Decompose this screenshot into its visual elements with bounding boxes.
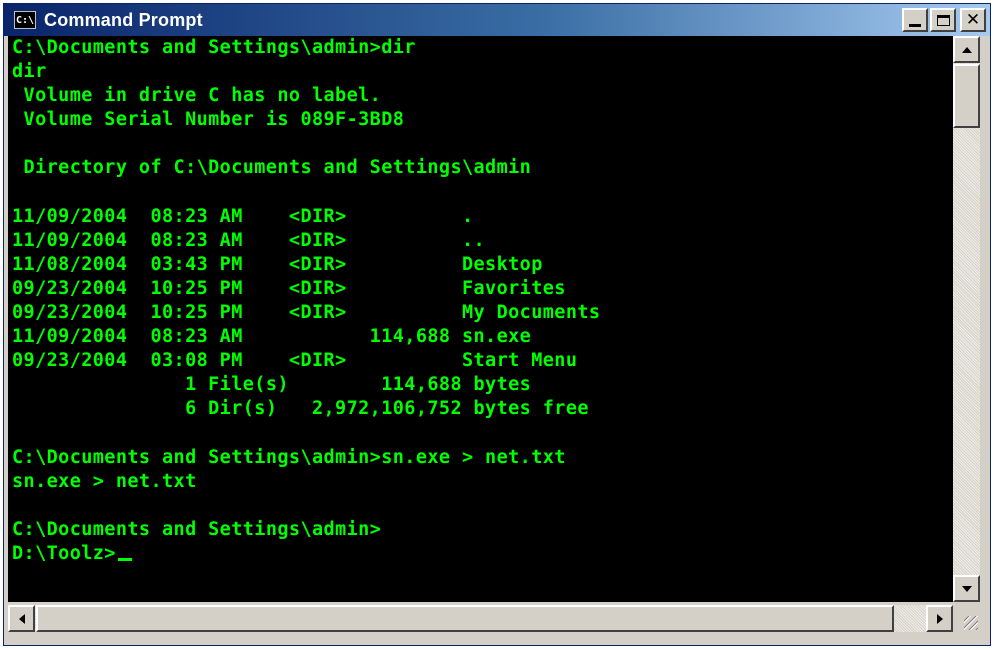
window-title: Command Prompt	[44, 9, 203, 30]
close-button[interactable]: ✕	[960, 8, 986, 32]
scroll-up-button[interactable]	[953, 36, 980, 63]
console-line: C:\Documents and Settings\admin>dir	[12, 37, 416, 58]
scroll-right-button[interactable]	[926, 605, 953, 632]
minimize-icon	[909, 23, 921, 27]
prompt-line[interactable]: D:\Toolz>	[12, 542, 953, 566]
console-line: C:\Documents and Settings\admin>sn.exe >…	[12, 446, 566, 468]
vertical-scrollbar[interactable]	[953, 36, 980, 602]
console-line: Volume Serial Number is 089F-3BD8	[12, 109, 405, 131]
console-line: dir	[12, 61, 47, 83]
arrow-right-icon	[936, 613, 943, 624]
title-bar[interactable]: C:\ Command Prompt ✕	[4, 4, 990, 36]
scroll-down-button[interactable]	[953, 575, 980, 602]
console-output[interactable]: C:\Documents and Settings\admin>dir dir …	[8, 36, 953, 602]
maximize-icon	[936, 14, 950, 26]
console-line: 11/09/2004 08:23 AM 114,688 sn.exe	[12, 326, 532, 348]
console-line: 11/08/2004 03:43 PM <DIR> Desktop	[12, 253, 543, 275]
console-line: 1 File(s) 114,688 bytes	[12, 374, 532, 396]
console-app-icon[interactable]: C:\	[14, 11, 36, 29]
size-grip[interactable]	[953, 605, 980, 632]
text-cursor	[117, 557, 132, 561]
console-line: Volume in drive C has no label.	[12, 85, 382, 107]
console-line: Directory of C:\Documents and Settings\a…	[12, 157, 532, 179]
arrow-down-icon	[961, 585, 972, 592]
horizontal-scroll-thumb[interactable]	[36, 605, 894, 632]
arrow-up-icon	[961, 46, 972, 53]
console-line: 09/23/2004 03:08 PM <DIR> Start Menu	[12, 350, 578, 372]
maximize-button[interactable]	[930, 8, 956, 32]
console-line: 6 Dir(s) 2,972,106,752 bytes free	[12, 398, 589, 420]
console-line: 09/23/2004 10:25 PM <DIR> Favorites	[12, 277, 566, 299]
close-icon: ✕	[965, 9, 981, 30]
console-line: 11/09/2004 08:23 AM <DIR> .	[12, 205, 474, 227]
resize-grip-icon	[964, 616, 978, 630]
console-line: C:\Documents and Settings\admin>	[12, 518, 382, 540]
console-line: sn.exe > net.txt	[12, 470, 197, 492]
console-line: 11/09/2004 08:23 AM <DIR> ..	[12, 229, 486, 251]
prompt-text: D:\Toolz>	[12, 542, 116, 564]
horizontal-scrollbar[interactable]	[8, 605, 953, 632]
arrow-left-icon	[18, 613, 25, 624]
vertical-scroll-thumb[interactable]	[953, 64, 980, 128]
minimize-button[interactable]	[902, 8, 928, 32]
console-line: 09/23/2004 10:25 PM <DIR> My Documents	[12, 302, 601, 324]
scroll-left-button[interactable]	[8, 605, 35, 632]
